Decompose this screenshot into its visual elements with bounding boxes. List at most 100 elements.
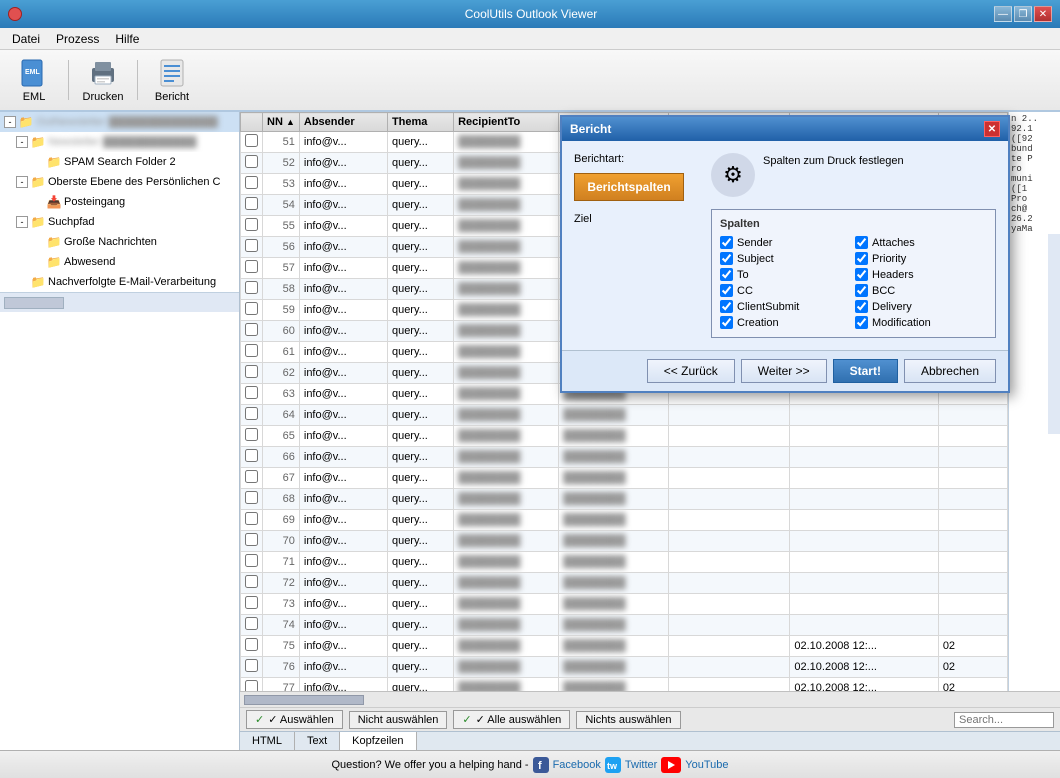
tab-html[interactable]: HTML xyxy=(240,732,295,750)
tool-bericht[interactable]: Bericht xyxy=(146,54,198,106)
col-check-to[interactable] xyxy=(720,268,733,281)
row-checkbox[interactable] xyxy=(241,258,263,279)
next-button[interactable]: Weiter >> xyxy=(741,359,827,383)
row-checkbox[interactable] xyxy=(241,573,263,594)
table-row[interactable]: 70 info@v... query... ████████ ████████ xyxy=(241,531,1008,552)
row-checkbox[interactable] xyxy=(241,237,263,258)
table-row[interactable]: 77 info@v... query... ████████ ████████ … xyxy=(241,678,1008,692)
table-row[interactable]: 69 info@v... query... ████████ ████████ xyxy=(241,510,1008,531)
table-row[interactable]: 75 info@v... query... ████████ ████████ … xyxy=(241,636,1008,657)
row-bcc xyxy=(668,510,789,531)
tree-spam[interactable]: 📁 SPAM Search Folder 2 xyxy=(0,152,239,172)
col-check-priority[interactable] xyxy=(855,252,868,265)
col-check-sender[interactable] xyxy=(720,236,733,249)
tree-newsletter[interactable]: - 📁 Newsletter ████████████ xyxy=(0,132,239,152)
row-checkbox[interactable] xyxy=(241,216,263,237)
tree-abwesend[interactable]: 📁 Abwesend xyxy=(0,252,239,272)
facebook-link[interactable]: Facebook xyxy=(553,759,601,771)
row-checkbox[interactable] xyxy=(241,405,263,426)
col-check-creation[interactable] xyxy=(720,316,733,329)
table-row[interactable]: 72 info@v... query... ████████ ████████ xyxy=(241,573,1008,594)
restore-button[interactable]: ❐ xyxy=(1014,6,1032,22)
table-row[interactable]: 73 info@v... query... ████████ ████████ xyxy=(241,594,1008,615)
minimize-button[interactable]: — xyxy=(994,6,1012,22)
row-checkbox[interactable] xyxy=(241,342,263,363)
row-checkbox[interactable] xyxy=(241,363,263,384)
tree-grosse[interactable]: 📁 Große Nachrichten xyxy=(0,232,239,252)
col-recipientto[interactable]: RecipientTo xyxy=(454,113,559,132)
tool-drucken[interactable]: Drucken xyxy=(77,54,129,106)
tab-kopfzeilen[interactable]: Kopfzeilen xyxy=(340,732,416,750)
youtube-link[interactable]: YouTube xyxy=(685,759,728,771)
col-thema[interactable]: Thema xyxy=(387,113,453,132)
col-absender[interactable]: Absender xyxy=(299,113,387,132)
row-to: ████████ xyxy=(454,300,559,321)
back-button[interactable]: << Zurück xyxy=(647,359,735,383)
expand-root[interactable]: - xyxy=(4,116,16,128)
menu-prozess[interactable]: Prozess xyxy=(48,30,107,48)
col-check-delivery[interactable] xyxy=(855,300,868,313)
expand-suchpfad[interactable]: - xyxy=(16,216,28,228)
row-checkbox[interactable] xyxy=(241,615,263,636)
berichtspalten-button[interactable]: Berichtspalten xyxy=(574,173,684,201)
row-checkbox[interactable] xyxy=(241,174,263,195)
table-row[interactable]: 76 info@v... query... ████████ ████████ … xyxy=(241,657,1008,678)
table-row[interactable]: 71 info@v... query... ████████ ████████ xyxy=(241,552,1008,573)
search-input[interactable] xyxy=(954,712,1054,728)
tab-text[interactable]: Text xyxy=(295,732,340,750)
expand-newsletter[interactable]: - xyxy=(16,136,28,148)
row-checkbox[interactable] xyxy=(241,531,263,552)
table-row[interactable]: 74 info@v... query... ████████ ████████ xyxy=(241,615,1008,636)
row-checkbox[interactable] xyxy=(241,489,263,510)
col-check-attaches[interactable] xyxy=(855,236,868,249)
row-checkbox[interactable] xyxy=(241,594,263,615)
table-row[interactable]: 65 info@v... query... ████████ ████████ xyxy=(241,426,1008,447)
col-check-headers[interactable] xyxy=(855,268,868,281)
col-check-cc[interactable] xyxy=(720,284,733,297)
menu-hilfe[interactable]: Hilfe xyxy=(107,30,147,48)
expand-oberste[interactable]: - xyxy=(16,176,28,188)
menu-datei[interactable]: Datei xyxy=(4,30,48,48)
row-checkbox[interactable] xyxy=(241,195,263,216)
close-app-button[interactable]: ✕ xyxy=(1034,6,1052,22)
row-checkbox[interactable] xyxy=(241,153,263,174)
col-check-modification[interactable] xyxy=(855,316,868,329)
table-row[interactable]: 66 info@v... query... ████████ ████████ xyxy=(241,447,1008,468)
col-check-bcc[interactable] xyxy=(855,284,868,297)
deselect-all-button[interactable]: Nichts auswählen xyxy=(576,711,680,729)
table-row[interactable]: 67 info@v... query... ████████ ████████ xyxy=(241,468,1008,489)
row-checkbox[interactable] xyxy=(241,510,263,531)
row-checkbox[interactable] xyxy=(241,678,263,692)
cancel-button[interactable]: Abbrechen xyxy=(904,359,996,383)
row-from: info@v... xyxy=(299,195,387,216)
col-check-clientsubmit[interactable] xyxy=(720,300,733,313)
row-checkbox[interactable] xyxy=(241,321,263,342)
row-checkbox[interactable] xyxy=(241,384,263,405)
tree-root[interactable]: - 📁 OutNewsletter ██████████████ xyxy=(0,112,239,132)
row-checkbox[interactable] xyxy=(241,447,263,468)
tree-posteingang[interactable]: 📥 Posteingang xyxy=(0,192,239,212)
deselect-button[interactable]: Nicht auswählen xyxy=(349,711,448,729)
tool-eml[interactable]: EML EML xyxy=(8,54,60,106)
row-checkbox[interactable] xyxy=(241,636,263,657)
row-checkbox[interactable] xyxy=(241,552,263,573)
row-checkbox[interactable] xyxy=(241,132,263,153)
twitter-link[interactable]: Twitter xyxy=(625,759,657,771)
tree-suchpfad[interactable]: - 📁 Suchpfad xyxy=(0,212,239,232)
row-checkbox[interactable] xyxy=(241,468,263,489)
dialog-footer: << Zurück Weiter >> Start! Abbrechen xyxy=(562,350,1008,391)
tree-oberste[interactable]: - 📁 Oberste Ebene des Persönlichen C xyxy=(0,172,239,192)
tree-nverarbeitung[interactable]: 📁 Nachverfolgte E-Mail-Verarbeitung xyxy=(0,272,239,292)
table-row[interactable]: 64 info@v... query... ████████ ████████ xyxy=(241,405,1008,426)
col-nn[interactable]: NN ▲ xyxy=(263,113,300,132)
row-checkbox[interactable] xyxy=(241,426,263,447)
row-checkbox[interactable] xyxy=(241,657,263,678)
dialog-close-button[interactable]: ✕ xyxy=(984,121,1000,137)
table-row[interactable]: 68 info@v... query... ████████ ████████ xyxy=(241,489,1008,510)
select-button[interactable]: ✓ ✓ Auswählen xyxy=(246,710,343,729)
row-checkbox[interactable] xyxy=(241,300,263,321)
row-checkbox[interactable] xyxy=(241,279,263,300)
col-check-subject[interactable] xyxy=(720,252,733,265)
start-button[interactable]: Start! xyxy=(833,359,898,383)
select-all-button[interactable]: ✓ ✓ Alle auswählen xyxy=(453,710,570,729)
